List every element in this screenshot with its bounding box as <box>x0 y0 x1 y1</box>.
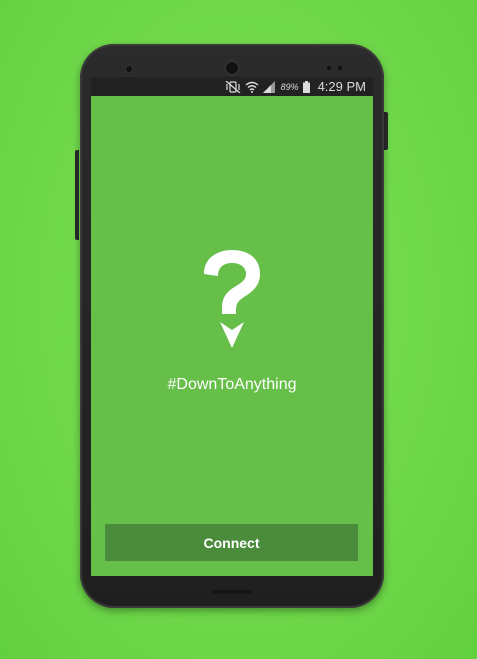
status-time: 4:29 PM <box>317 79 366 94</box>
main-content: #DownToAnything Connect <box>91 96 373 576</box>
battery-icon <box>302 80 310 93</box>
phone-screen: 89% 4:29 PM #DownToAnything Connect <box>91 77 373 576</box>
bottom-speaker <box>212 590 252 594</box>
vibrate-mute-icon <box>225 80 241 93</box>
light-sensor-2 <box>338 66 342 70</box>
question-pin-icon <box>198 250 266 350</box>
volume-button <box>75 150 79 240</box>
tagline: #DownToAnything <box>167 376 297 393</box>
power-button <box>384 112 388 150</box>
proximity-sensor <box>126 66 132 72</box>
battery-percent: 89% <box>280 81 299 92</box>
connect-button[interactable]: Connect <box>105 524 358 561</box>
status-bar: 89% 4:29 PM <box>91 77 373 96</box>
light-sensor <box>327 66 331 70</box>
wifi-icon <box>245 81 259 93</box>
signal-icon <box>262 80 275 93</box>
front-camera <box>226 62 238 74</box>
